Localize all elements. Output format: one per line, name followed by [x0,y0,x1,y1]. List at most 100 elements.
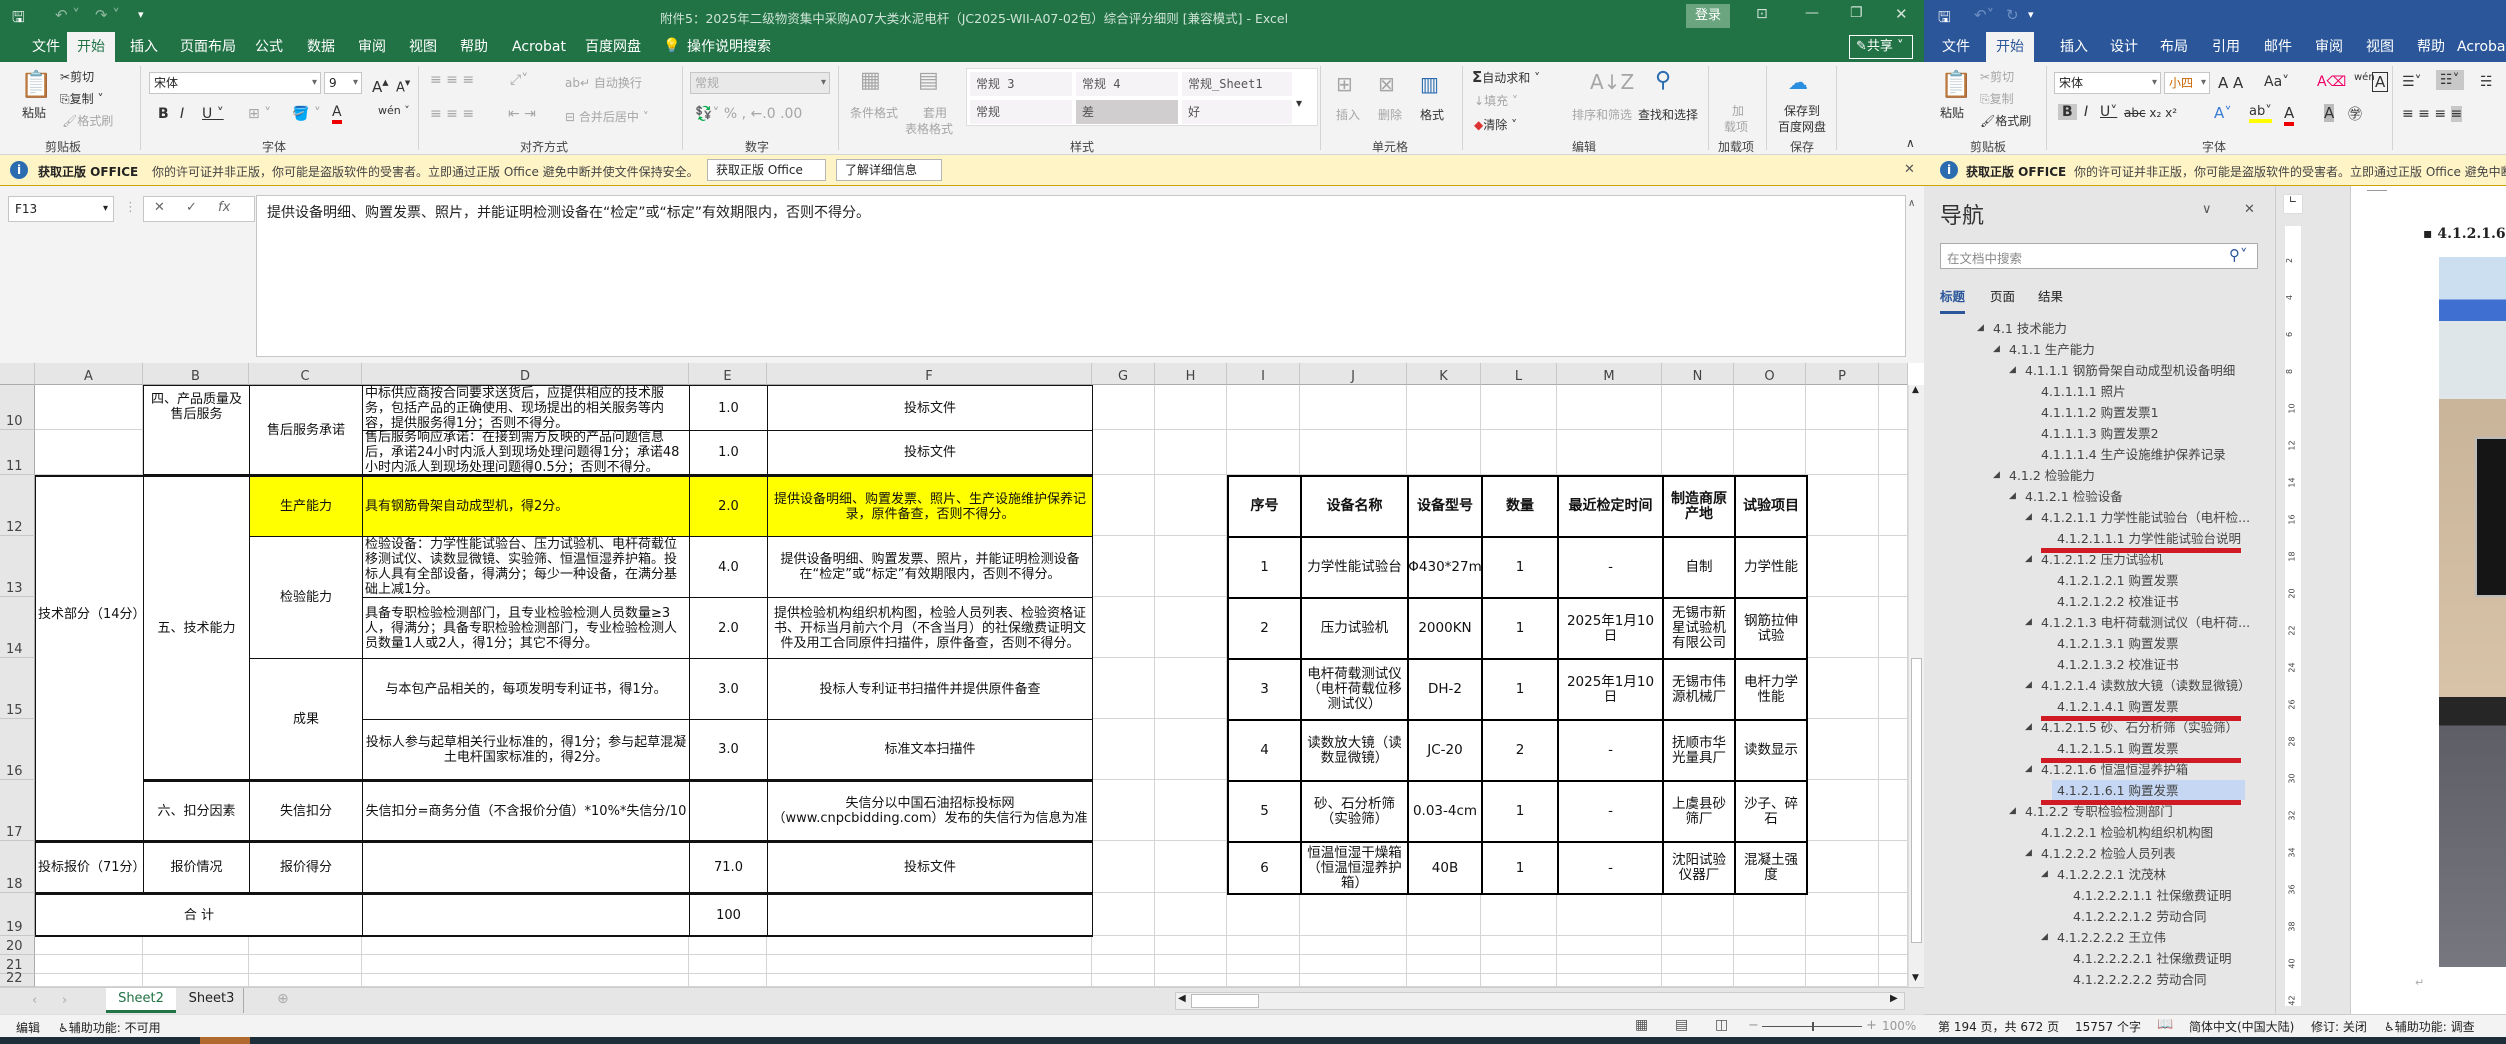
grid-cell[interactable] [1227,385,1300,430]
horizontal-align-icon[interactable]: ≡ ≡ ≡ [430,106,474,122]
char-shading-icon[interactable]: A [2324,104,2335,122]
grid-cell[interactable] [1300,955,1407,974]
save-baidu-button-2[interactable]: 百度网盘 [1778,118,1826,135]
word-italic-icon[interactable]: I [2084,104,2088,120]
grid-cell[interactable] [767,974,1092,987]
grid-cell[interactable] [1734,430,1806,475]
grid-cell[interactable] [362,955,689,974]
cell-f16[interactable]: 标准文本扫描件 [767,719,1093,781]
grid-cell[interactable] [1879,385,1908,430]
grid-cell[interactable] [1879,841,1908,893]
cell-c13[interactable]: 检验能力 [249,536,363,659]
grid-cell[interactable] [1481,955,1557,974]
grid-cell[interactable] [1407,385,1481,430]
paste-button[interactable]: 粘贴 [22,104,46,121]
cell-a12[interactable]: 技术部分（14分） [35,475,144,842]
word-tab[interactable]: Acrobat [2447,32,2506,62]
grid-cell[interactable] [35,974,143,987]
grid-cell[interactable] [1806,536,1879,597]
word-tab[interactable]: 设计 [2100,32,2148,62]
grid-cell[interactable] [767,955,1092,974]
page-layout-view-icon[interactable]: ▤ [1675,1017,1688,1033]
nav-heading-item[interactable]: 4.1.2.1.4 读数放大镜（读数显微镜） [2041,676,2251,696]
cell-d15[interactable]: 与本包产品相关的，每项发明专利证书，得1分。 [362,658,690,720]
grid-cell[interactable] [1300,430,1407,475]
grid-cell[interactable] [1092,385,1155,430]
grid-cell[interactable] [35,430,143,475]
equipment-cell[interactable]: 4 [1227,719,1302,782]
grid-cell[interactable] [767,936,1092,955]
column-header[interactable]: I [1227,363,1300,385]
expand-triangle-icon[interactable]: ◢ [1993,344,2000,354]
grid-cell[interactable] [143,955,249,974]
equipment-cell[interactable]: 2 [1481,719,1559,782]
nav-heading-item[interactable]: 4.1.1 生产能力 [2009,340,2095,360]
grid-cell[interactable] [1557,430,1662,475]
word-tab[interactable]: 视图 [2356,32,2404,62]
nav-heading-item[interactable]: 4.1.2.1.3.1 购置发票 [2057,634,2179,654]
horizontal-scroll-thumb[interactable] [1191,994,1259,1008]
column-header[interactable]: F [767,363,1092,385]
cell-e14[interactable]: 2.0 [689,597,768,659]
insert-cells-button[interactable]: 插入 [1336,106,1360,123]
merge-center-button[interactable]: ⊟ 合并后居中 ˅ [565,108,649,125]
cell-c12[interactable]: 生产能力 [249,475,363,537]
cell-e15[interactable]: 3.0 [689,658,768,720]
nav-heading-item[interactable]: 4.1.2.2 专职检验检测部门 [2025,802,2173,822]
equipment-cell[interactable]: 1 [1227,536,1302,599]
equipment-cell[interactable]: 1 [1481,536,1559,599]
learn-more-button[interactable]: 了解详细信息 [836,159,942,181]
equipment-cell[interactable]: 抚顺市华光量具厂 [1662,719,1736,782]
grid-cell[interactable] [1092,430,1155,475]
row-header[interactable]: 13 [0,536,35,597]
cell-f15[interactable]: 投标人专利证书扫描件并提供原件备查 [767,658,1093,720]
grid-cell[interactable] [1092,974,1155,987]
table-format-button-2[interactable]: 表格格式 [905,120,953,137]
grid-cell[interactable] [1300,893,1407,936]
decrease-font-icon[interactable]: A▾ [396,76,410,95]
row-header[interactable]: 10 [0,385,35,430]
tab-page-layout[interactable]: 页面布局 [170,32,246,62]
nav-heading-item[interactable]: 4.1.2.2.2 检验人员列表 [2041,844,2176,864]
equipment-cell[interactable]: 力学性能 [1734,536,1808,599]
scroll-left-icon[interactable]: ◀ [1178,993,1186,1004]
cell-d11[interactable]: 售后服务响应承诺：在接到需方反映的产品问题信息后，承诺24小时内派人到现场处理问… [362,430,690,476]
column-header[interactable]: L [1481,363,1557,385]
equipment-cell[interactable]: JC-20 [1407,719,1483,782]
equipment-cell[interactable]: - [1557,780,1664,843]
minimize-icon[interactable]: — [1805,5,1819,21]
get-genuine-office-button[interactable]: 获取正版 Office [707,159,826,181]
grid-cell[interactable] [1879,974,1908,987]
equipment-cell[interactable]: 2000KN [1407,597,1483,660]
change-case-icon[interactable]: Aa˅ [2264,74,2289,90]
cell-d13[interactable]: 检验设备：力学性能试验台、压力试验机、电杆荷载位移测试仪、读数显微镜、实验筛、恒… [362,536,690,598]
grid-cell[interactable] [1155,658,1227,719]
cell-e16[interactable]: 3.0 [689,719,768,781]
style-normal-sheet1[interactable]: 常规_Sheet1 [1182,72,1292,96]
baidu-netdisk-icon[interactable]: ☁ [1788,70,1808,94]
grid-cell[interactable] [1557,936,1662,955]
autosum-button[interactable]: Σ自动求和 ˅ [1472,68,1540,86]
grid-cell[interactable] [1155,955,1227,974]
addins-button-2[interactable]: 载项 [1724,118,1748,135]
expand-triangle-icon[interactable]: ◢ [2025,680,2032,690]
word-tab[interactable]: 插入 [2050,32,2098,62]
grid-cell[interactable] [1806,719,1879,780]
row-header[interactable]: 18 [0,841,35,893]
collapse-ribbon-icon[interactable]: ∧ [1906,136,1915,150]
nav-heading-item[interactable]: 4.1.2.2.2.2.1 社保缴费证明 [2073,949,2231,969]
wrap-text-button[interactable]: ab↵ 自动换行 [565,74,642,91]
word-cut-button[interactable]: ✂剪切 [1980,68,2014,85]
grid-cell[interactable] [362,936,689,955]
cell-b17[interactable]: 六、扣分因素 [143,780,250,842]
grid-cell[interactable] [1481,430,1557,475]
name-box[interactable]: F13 ▾ [8,196,114,222]
font-size-select[interactable]: 9 [324,72,362,94]
expand-triangle-icon[interactable]: ◢ [2041,932,2048,942]
column-header[interactable]: G [1092,363,1155,385]
grid-cell[interactable] [1155,719,1227,780]
grid-cell[interactable] [689,955,767,974]
table-format-icon[interactable]: ▤ [918,68,939,93]
nav-heading-item[interactable]: 4.1.1.1.1 照片 [2041,382,2126,402]
equipment-cell[interactable]: 0.03-4cm [1407,780,1483,843]
